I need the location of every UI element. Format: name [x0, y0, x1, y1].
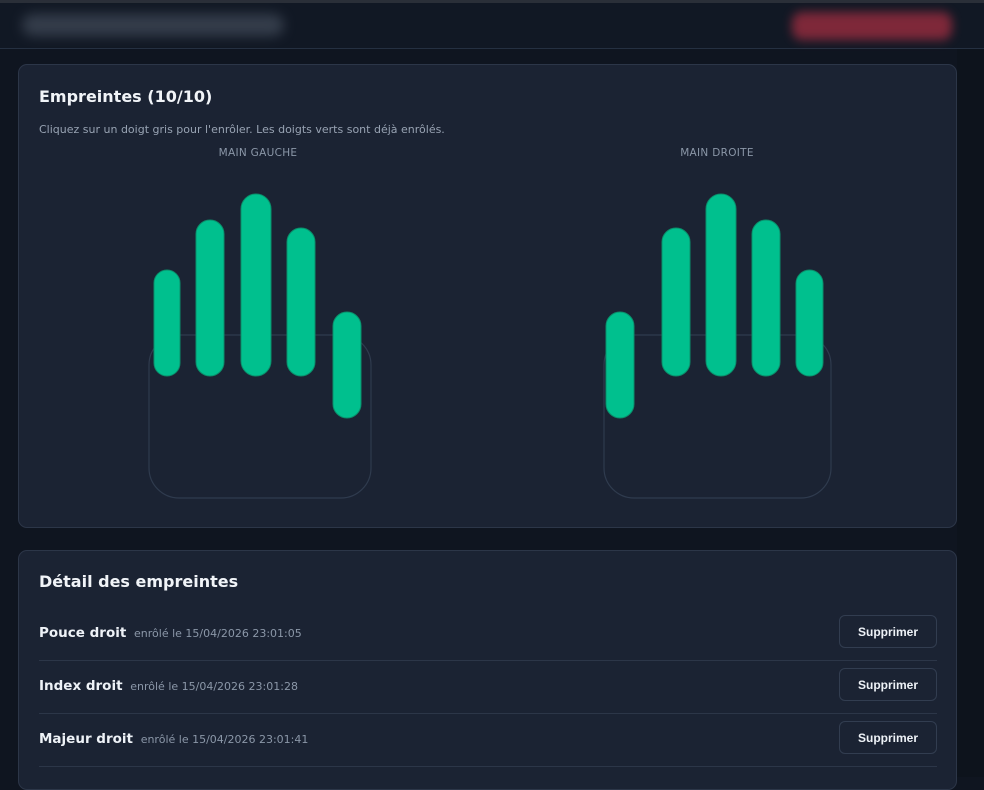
right-finger-annulaire[interactable]	[751, 219, 781, 377]
left-finger-auriculaire[interactable]	[153, 269, 181, 377]
right-finger-pouce[interactable]	[605, 311, 635, 419]
right-finger-auriculaire[interactable]	[795, 269, 824, 377]
delete-button[interactable]: Supprimer	[839, 721, 937, 754]
left-finger-majeur[interactable]	[240, 193, 272, 377]
fingerprints-card: Empreintes (10/10) Cliquez sur un doigt …	[18, 64, 957, 528]
delete-button[interactable]: Supprimer	[839, 615, 937, 648]
hands-diagram	[148, 193, 832, 499]
fingerprint-details-card: Détail des empreintes Pouce droit enrôlé…	[18, 550, 957, 790]
fingerprint-row-name-wrap: Pouce droit enrôlé le 15/04/2026 23:01:0…	[39, 625, 302, 641]
details-title: Détail des empreintes	[39, 572, 239, 591]
left-hand	[148, 193, 372, 499]
fingerprint-row-name-wrap: Index droit enrôlé le 15/04/2026 23:01:2…	[39, 678, 298, 694]
delete-button[interactable]: Supprimer	[839, 668, 937, 701]
right-finger-index[interactable]	[661, 227, 691, 377]
fingerprint-name: Majeur droit	[39, 731, 133, 747]
left-finger-pouce[interactable]	[332, 311, 362, 419]
fingerprint-name: Pouce droit	[39, 625, 127, 641]
right-hand	[603, 193, 832, 499]
page-edge	[957, 49, 984, 777]
page-title-redacted	[22, 14, 284, 36]
header-action-button-redacted[interactable]	[792, 12, 952, 40]
right-finger-majeur[interactable]	[705, 193, 737, 377]
fingerprint-row: Index droit enrôlé le 15/04/2026 23:01:2…	[39, 661, 937, 714]
fingerprint-row: Majeur droit enrôlé le 15/04/2026 23:01:…	[39, 714, 937, 767]
left-finger-annulaire[interactable]	[195, 219, 225, 377]
fingerprint-name: Index droit	[39, 678, 123, 694]
fingerprint-row-name-wrap: Majeur droit enrôlé le 15/04/2026 23:01:…	[39, 731, 308, 747]
fingerprint-enrolled-date: enrôlé le 15/04/2026 23:01:05	[134, 627, 302, 640]
fingerprint-enrolled-date: enrôlé le 15/04/2026 23:01:41	[140, 733, 309, 746]
left-finger-index[interactable]	[286, 227, 316, 377]
fingerprint-enrolled-date: enrôlé le 15/04/2026 23:01:28	[130, 680, 298, 693]
top-bar	[0, 0, 984, 49]
fingerprint-row: Pouce droit enrôlé le 15/04/2026 23:01:0…	[39, 608, 937, 661]
